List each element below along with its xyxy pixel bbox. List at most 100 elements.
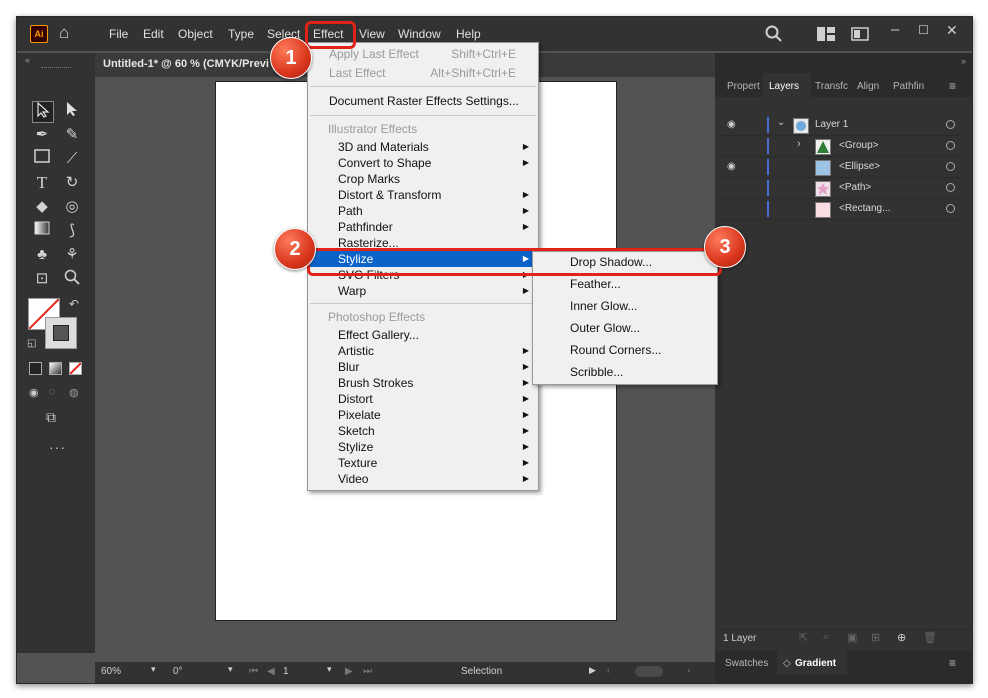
rectangle-tool-icon[interactable]	[32, 149, 52, 169]
gradient-tool-icon[interactable]	[32, 221, 52, 241]
menu-item-round-corners[interactable]: Round Corners...	[533, 342, 717, 358]
next-artboard-icon[interactable]: ▶	[345, 666, 353, 677]
menu-item-distort-transform[interactable]: Distort & Transform ▶	[308, 187, 538, 203]
menu-item-brush-strokes[interactable]: Brush Strokes ▶	[308, 375, 538, 391]
tab-swatches[interactable]: Swatches	[725, 658, 768, 669]
close-icon[interactable]: ✕	[946, 22, 958, 39]
tab-pathfinder[interactable]: Pathfin	[893, 81, 924, 92]
menu-item-effect-gallery[interactable]: Effect Gallery...	[308, 327, 538, 343]
target-icon[interactable]	[946, 204, 955, 213]
menu-object[interactable]: Object	[178, 27, 213, 41]
layer-row[interactable]: ◉ <Ellipse>	[721, 157, 963, 178]
draw-normal-icon[interactable]: ◉	[29, 386, 39, 399]
menu-help[interactable]: Help	[456, 27, 481, 41]
draw-inside-icon[interactable]: ◍	[69, 386, 79, 399]
menu-window[interactable]: Window	[398, 27, 441, 41]
artboard-tool-icon[interactable]: ⊡	[32, 269, 52, 289]
rotate-tool-icon[interactable]: ↻	[62, 173, 82, 193]
layer-row[interactable]: › <Group>	[721, 136, 963, 157]
stroke-swatch[interactable]	[45, 317, 77, 349]
target-icon[interactable]	[946, 141, 955, 150]
artboard-number[interactable]: 1	[283, 666, 289, 677]
menu-item-path[interactable]: Path ▶	[308, 203, 538, 219]
menu-item-outer-glow[interactable]: Outer Glow...	[533, 320, 717, 336]
menu-item-stylize-ps[interactable]: Stylize ▶	[308, 439, 538, 455]
expand-chevron-icon[interactable]: ›	[797, 138, 801, 150]
paintbrush-icon[interactable]: ⟋	[62, 149, 82, 169]
layer-name[interactable]: <Group>	[839, 140, 878, 151]
menu-item-blur[interactable]: Blur ▶	[308, 359, 538, 375]
menu-item-pixelate[interactable]: Pixelate ▶	[308, 407, 538, 423]
swap-icon[interactable]: ↶	[69, 297, 79, 311]
menu-item-video[interactable]: Video ▶	[308, 471, 538, 487]
scroll-right-icon[interactable]: ›	[687, 665, 690, 675]
menu-item-sketch[interactable]: Sketch ▶	[308, 423, 538, 439]
workspace-icon[interactable]	[817, 27, 835, 45]
last-artboard-icon[interactable]: ⏭	[363, 666, 372, 677]
document-tab[interactable]: Untitled-1* @ 60 % (CMYK/Previ	[103, 58, 269, 70]
direct-selection-icon[interactable]	[62, 101, 82, 121]
zoom-value[interactable]: 60%	[101, 666, 121, 677]
horizontal-scrollbar[interactable]	[635, 666, 663, 677]
first-artboard-icon[interactable]: ⏮	[249, 666, 258, 677]
menu-item-pathfinder[interactable]: Pathfinder ▶	[308, 219, 538, 235]
menu-view[interactable]: View	[359, 27, 385, 41]
tab-properties[interactable]: Propert	[727, 81, 760, 92]
layer-row[interactable]: ◉ ⌄ Layer 1	[721, 115, 963, 136]
menu-item-artistic[interactable]: Artistic ▶	[308, 343, 538, 359]
panels-icon[interactable]	[851, 27, 869, 45]
target-icon[interactable]	[946, 162, 955, 171]
blend-tool-icon[interactable]: ♣	[32, 245, 52, 265]
target-icon[interactable]	[946, 183, 955, 192]
screen-mode-icon[interactable]: ⧉	[46, 409, 56, 426]
tab-align[interactable]: Align	[857, 81, 879, 92]
gradient-icon[interactable]	[49, 362, 62, 375]
maximize-icon[interactable]: ☐	[918, 23, 929, 37]
collapse-icon[interactable]: «	[25, 55, 30, 65]
selection-tool-icon[interactable]	[32, 101, 54, 123]
locate-object-icon[interactable]: ⌕	[823, 631, 829, 644]
collapse-panels-icon[interactable]: »	[961, 56, 966, 66]
layer-name[interactable]: <Path>	[839, 182, 871, 193]
search-icon[interactable]	[765, 25, 783, 47]
tab-layers[interactable]: Layers	[769, 81, 799, 92]
menu-item-texture[interactable]: Texture ▶	[308, 455, 538, 471]
home-icon[interactable]: ⌂	[59, 23, 69, 43]
menu-edit[interactable]: Edit	[143, 27, 164, 41]
layer-name[interactable]: <Rectang...	[839, 203, 890, 214]
menu-item-warp[interactable]: Warp ▶	[308, 283, 538, 299]
zoom-tool-icon[interactable]	[62, 269, 82, 289]
menu-item-distort[interactable]: Distort ▶	[308, 391, 538, 407]
type-tool-icon[interactable]: T	[32, 173, 52, 193]
visibility-eye-icon[interactable]: ◉	[727, 119, 736, 130]
menu-item-scribble[interactable]: Scribble...	[533, 364, 717, 380]
menu-item-feather[interactable]: Feather...	[533, 276, 717, 292]
menu-item-raster-settings[interactable]: Document Raster Effects Settings...	[308, 93, 538, 109]
pen-tool-icon[interactable]: ✒	[32, 125, 52, 145]
clipping-mask-icon[interactable]: ▣	[847, 631, 857, 644]
bottom-panel-menu-icon[interactable]: ≡	[949, 656, 956, 670]
rotation-dropdown-icon[interactable]: ▾	[228, 664, 233, 675]
none-icon[interactable]	[69, 362, 82, 375]
layer-row[interactable]: <Path>	[721, 178, 963, 199]
color-icon[interactable]	[29, 362, 42, 375]
gradient-expand-icon[interactable]: ◇	[783, 658, 791, 669]
menu-item-convert-to-shape[interactable]: Convert to Shape ▶	[308, 155, 538, 171]
expand-chevron-icon[interactable]: ⌄	[777, 117, 785, 128]
default-colors-icon[interactable]: ◱	[27, 338, 36, 349]
tab-gradient[interactable]: Gradient	[795, 658, 836, 669]
new-sublayer-icon[interactable]: ⊞	[871, 631, 880, 644]
tab-transform[interactable]: Transfc	[815, 81, 848, 92]
minimize-icon[interactable]: –	[891, 21, 899, 38]
new-layer-icon[interactable]: ⊕	[897, 631, 906, 644]
target-icon[interactable]	[946, 120, 955, 129]
warp-tool-icon[interactable]: ◎	[62, 197, 82, 217]
menu-item-3d-materials[interactable]: 3D and Materials ▶	[308, 139, 538, 155]
layer-name[interactable]: <Ellipse>	[839, 161, 880, 172]
menu-file[interactable]: File	[109, 27, 128, 41]
layer-name[interactable]: Layer 1	[815, 119, 848, 130]
eraser-tool-icon[interactable]: ◆	[32, 197, 52, 217]
panel-menu-icon[interactable]: ≡	[949, 79, 956, 93]
more-tools-icon[interactable]: ···	[49, 439, 66, 455]
menu-type[interactable]: Type	[228, 27, 254, 41]
